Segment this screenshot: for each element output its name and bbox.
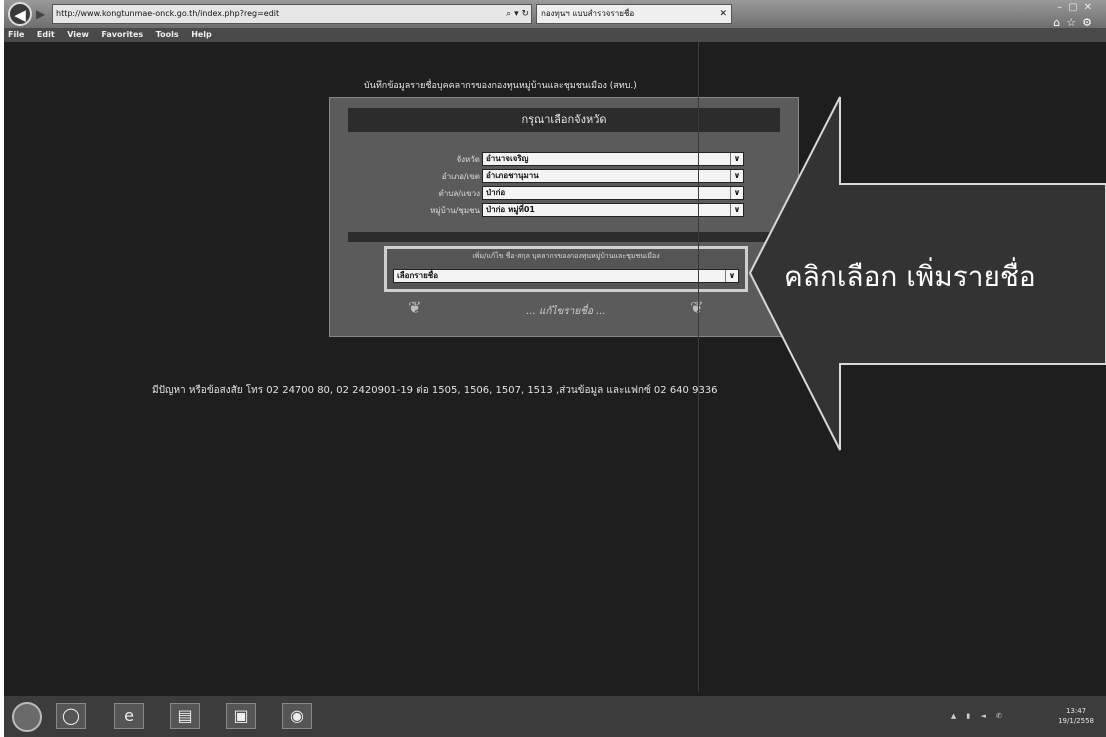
taskbar: ◯ e ▤ ▣ ◉ ▲ ▮ ◄ ✆ 13:47 19/1/2558: [4, 696, 1106, 737]
system-tray-icons[interactable]: ▲ ▮ ◄ ✆: [951, 712, 1006, 720]
callout-text: คลิกเลือก เพิ่มรายชื่อ: [784, 260, 1036, 293]
clock-date: 19/1/2558: [1058, 717, 1094, 725]
start-button[interactable]: [12, 702, 42, 732]
file-explorer-icon[interactable]: ▤: [170, 703, 200, 729]
app-window-icon[interactable]: ▣: [226, 703, 256, 729]
clock[interactable]: 13:47 19/1/2558: [1058, 706, 1094, 726]
opera-icon[interactable]: ◯: [56, 703, 86, 729]
screen: ◀ ▶ http://www.kongtunmae-onck.go.th/ind…: [4, 0, 1106, 737]
chat-icon[interactable]: ◉: [282, 703, 312, 729]
clock-time: 13:47: [1065, 707, 1087, 715]
callout-arrow: [748, 96, 1106, 451]
internet-explorer-icon[interactable]: e: [114, 703, 144, 729]
